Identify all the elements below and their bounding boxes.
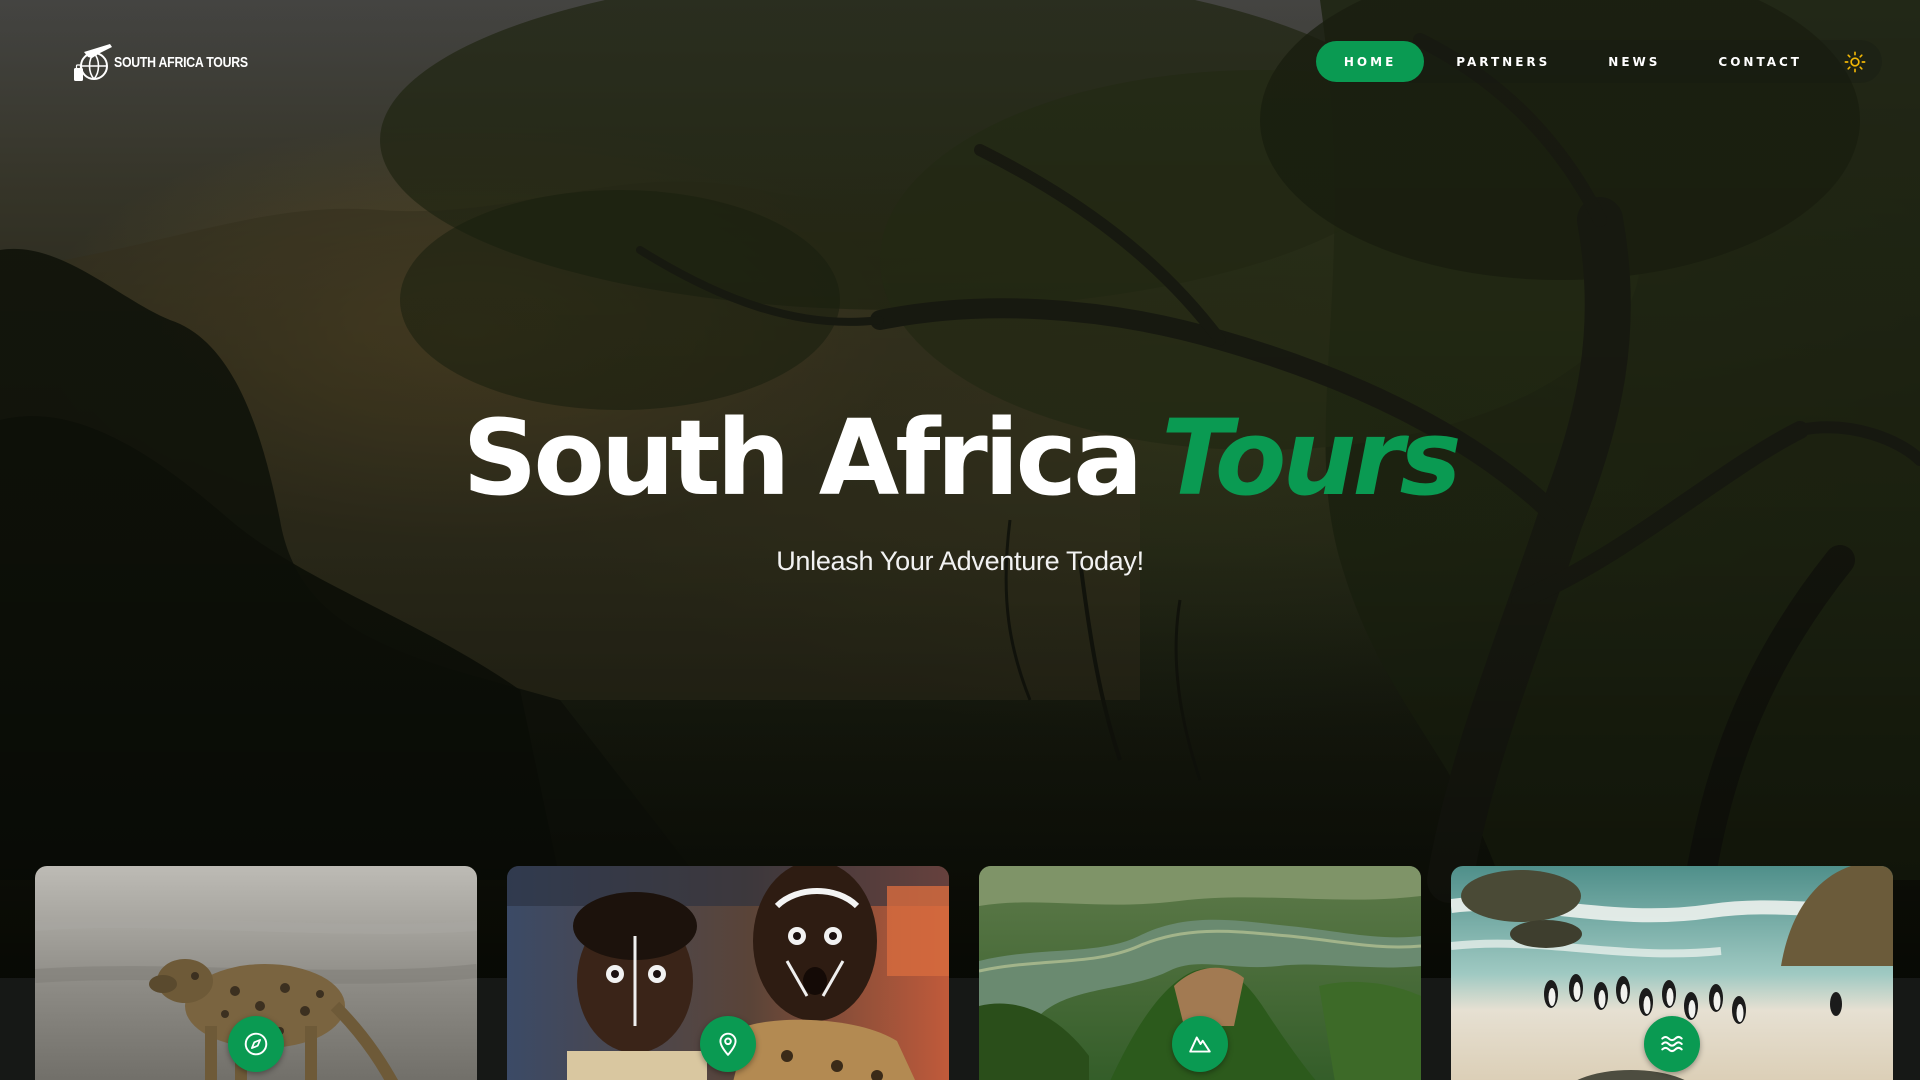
hero-title: South Africa Tours [0, 398, 1920, 518]
brand-name: SOUTH AFRICA TOURS [114, 53, 248, 71]
main-nav: HOME PARTNERS NEWS CONTACT [1315, 40, 1882, 83]
nav-item-partners[interactable]: PARTNERS [1430, 41, 1576, 82]
map-pin-icon [719, 1032, 737, 1056]
theme-toggle-button[interactable] [1840, 47, 1870, 77]
page: SOUTH AFRICA TOURS HOME PARTNERS NEWS CO… [0, 0, 1920, 1080]
sun-icon [1844, 51, 1866, 72]
brand-logo[interactable]: SOUTH AFRICA TOURS [70, 38, 277, 86]
hero-title-accent: Tours [1161, 397, 1461, 519]
card-icon-badge [228, 1016, 284, 1072]
hero-title-main: South Africa [462, 397, 1143, 519]
card-icon-badge [1172, 1016, 1228, 1072]
globe-plane-luggage-icon [74, 44, 112, 81]
destination-cards [35, 866, 1893, 1080]
card-canyon[interactable] [979, 866, 1421, 1080]
waves-icon [1661, 1035, 1683, 1053]
nav-item-contact[interactable]: CONTACT [1692, 41, 1828, 82]
card-icon-badge [1644, 1016, 1700, 1072]
card-penguins[interactable] [1451, 866, 1893, 1080]
nav-item-home[interactable]: HOME [1315, 41, 1425, 82]
nav-item-news[interactable]: NEWS [1582, 41, 1686, 82]
mountain-icon [1189, 1036, 1211, 1053]
hero-subtitle: Unleash Your Adventure Today! [776, 546, 1144, 576]
compass-icon [244, 1032, 268, 1056]
card-hyena[interactable] [35, 866, 477, 1080]
card-culture[interactable] [507, 866, 949, 1080]
card-icon-badge [700, 1016, 756, 1072]
